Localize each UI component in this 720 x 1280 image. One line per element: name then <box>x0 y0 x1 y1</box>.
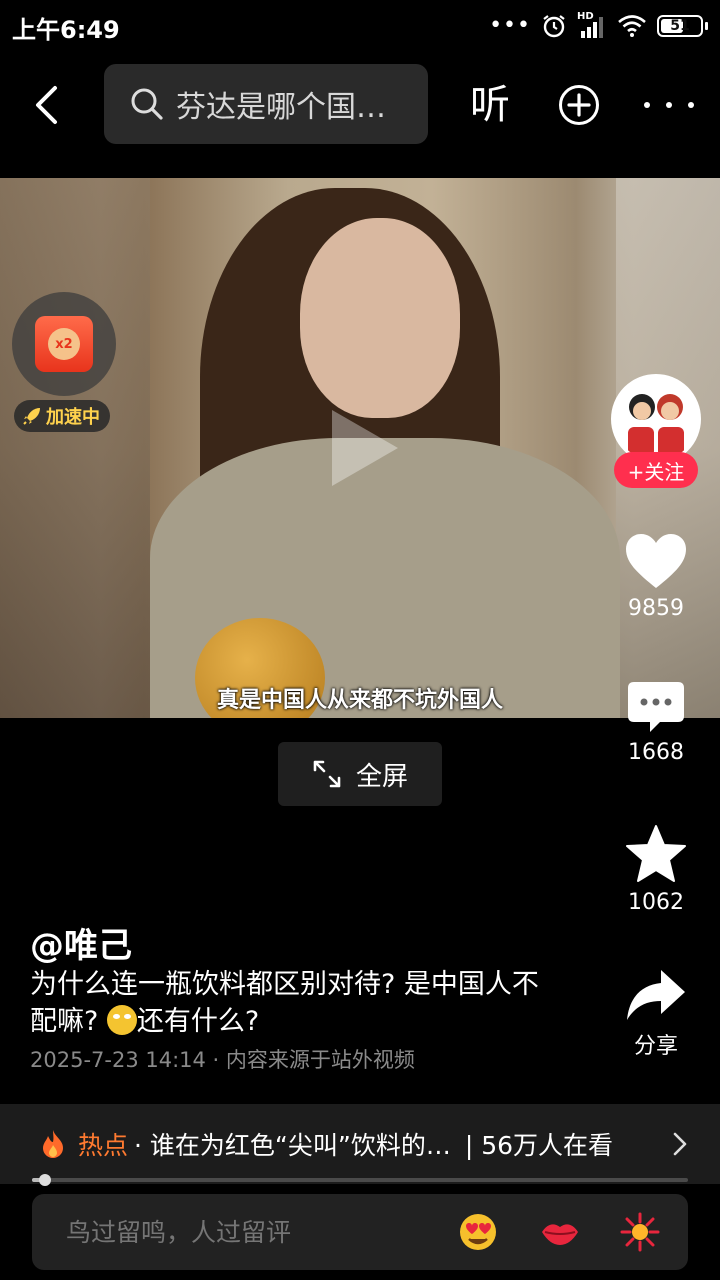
like-action[interactable]: 9859 <box>610 532 702 621</box>
author-name[interactable]: @唯己 <box>30 918 132 967</box>
description-text-end: 还有什么? <box>136 1006 260 1037</box>
comment-count: 1668 <box>628 740 684 765</box>
status-bar: 上午6:49 ••• HD 51 <box>0 0 720 52</box>
video-player[interactable]: 真是中国人从来都不坑外国人 <box>0 178 720 718</box>
signal-icon: HD <box>577 11 607 39</box>
plus-circle-icon <box>559 85 599 125</box>
description-text: 为什么连一瓶饮料都区别对待? 是中国人不配嘛? <box>30 969 539 1037</box>
share-arrow-icon[interactable] <box>625 968 687 1022</box>
add-button[interactable] <box>558 84 600 126</box>
search-box[interactable]: 芬达是哪个国… <box>104 64 428 144</box>
rocket-icon <box>23 408 40 425</box>
comment-bar[interactable] <box>32 1194 688 1270</box>
video-progress-handle[interactable] <box>39 1174 52 1186</box>
fullscreen-label: 全屏 <box>355 761 408 792</box>
more-dot-icon <box>666 102 672 108</box>
more-notifications-icon: ••• <box>489 13 531 38</box>
more-dot-icon <box>644 102 650 108</box>
play-icon[interactable] <box>332 410 398 486</box>
star-icon[interactable] <box>625 824 687 884</box>
favorite-count: 1062 <box>628 890 684 915</box>
boost-label: 加速中 <box>46 407 100 428</box>
hot-viewer-count: | 56万人在看 <box>464 1131 614 1160</box>
author-avatar[interactable] <box>611 374 701 464</box>
red-packet-icon: x2 <box>35 316 93 372</box>
heart-icon[interactable] <box>624 532 688 590</box>
search-query: 芬达是哪个国… <box>176 90 386 125</box>
search-icon <box>131 88 163 120</box>
video-background-left <box>0 178 150 718</box>
hot-topic-bar[interactable]: 热点 · 谁在为红色“尖叫”饮料的… | 56万人在看 <box>0 1104 720 1184</box>
battery-level: 51 <box>670 18 690 34</box>
video-progress-bar[interactable] <box>32 1174 688 1186</box>
share-label: 分享 <box>633 1034 678 1059</box>
post-description: 为什么连一瓶饮料都区别对待? 是中国人不配嘛? 还有什么? <box>30 966 550 1040</box>
status-time: 上午6:49 <box>12 16 120 44</box>
comment-action[interactable]: 1668 <box>610 680 702 765</box>
listen-button[interactable]: 听 <box>470 80 510 130</box>
alarm-icon <box>543 15 565 38</box>
post-meta: 2025-7-23 14:14 · 内容来源于站外视频 <box>30 1048 415 1072</box>
more-dot-icon <box>688 102 694 108</box>
fullscreen-button[interactable]: 全屏 <box>278 742 442 806</box>
hot-label: 热点 <box>78 1131 129 1160</box>
red-packet-widget[interactable]: x2 <box>12 292 116 396</box>
comment-input[interactable] <box>66 1217 446 1247</box>
red-packet-multiplier: x2 <box>48 328 80 360</box>
comment-icon[interactable] <box>626 680 686 734</box>
share-action[interactable]: 分享 <box>610 968 702 1060</box>
more-button[interactable] <box>644 84 694 126</box>
back-button[interactable] <box>24 80 68 130</box>
flame-icon <box>43 1130 63 1158</box>
favorite-action[interactable]: 1062 <box>610 824 702 915</box>
boost-badge[interactable]: 加速中 <box>14 400 110 432</box>
chevron-left-icon <box>36 86 57 124</box>
avatar-image <box>614 377 698 461</box>
chevron-right-icon <box>673 1132 687 1156</box>
heart-eyes-emoji-icon[interactable] <box>458 1212 498 1252</box>
video-figure-face <box>300 218 460 418</box>
lips-emoji-icon[interactable] <box>540 1212 580 1252</box>
eye-roll-emoji-icon <box>106 1005 137 1035</box>
status-icons: ••• HD 51 <box>489 10 708 42</box>
like-count: 9859 <box>628 596 684 621</box>
battery-cap <box>705 22 708 30</box>
fireworks-emoji-icon[interactable] <box>620 1212 660 1252</box>
battery-icon: 51 <box>657 15 703 37</box>
hot-topic-text: · 谁在为红色“尖叫”饮料的… <box>134 1131 451 1160</box>
wifi-icon <box>618 15 646 37</box>
expand-icon <box>313 760 341 788</box>
follow-button[interactable]: +关注 <box>614 452 698 488</box>
